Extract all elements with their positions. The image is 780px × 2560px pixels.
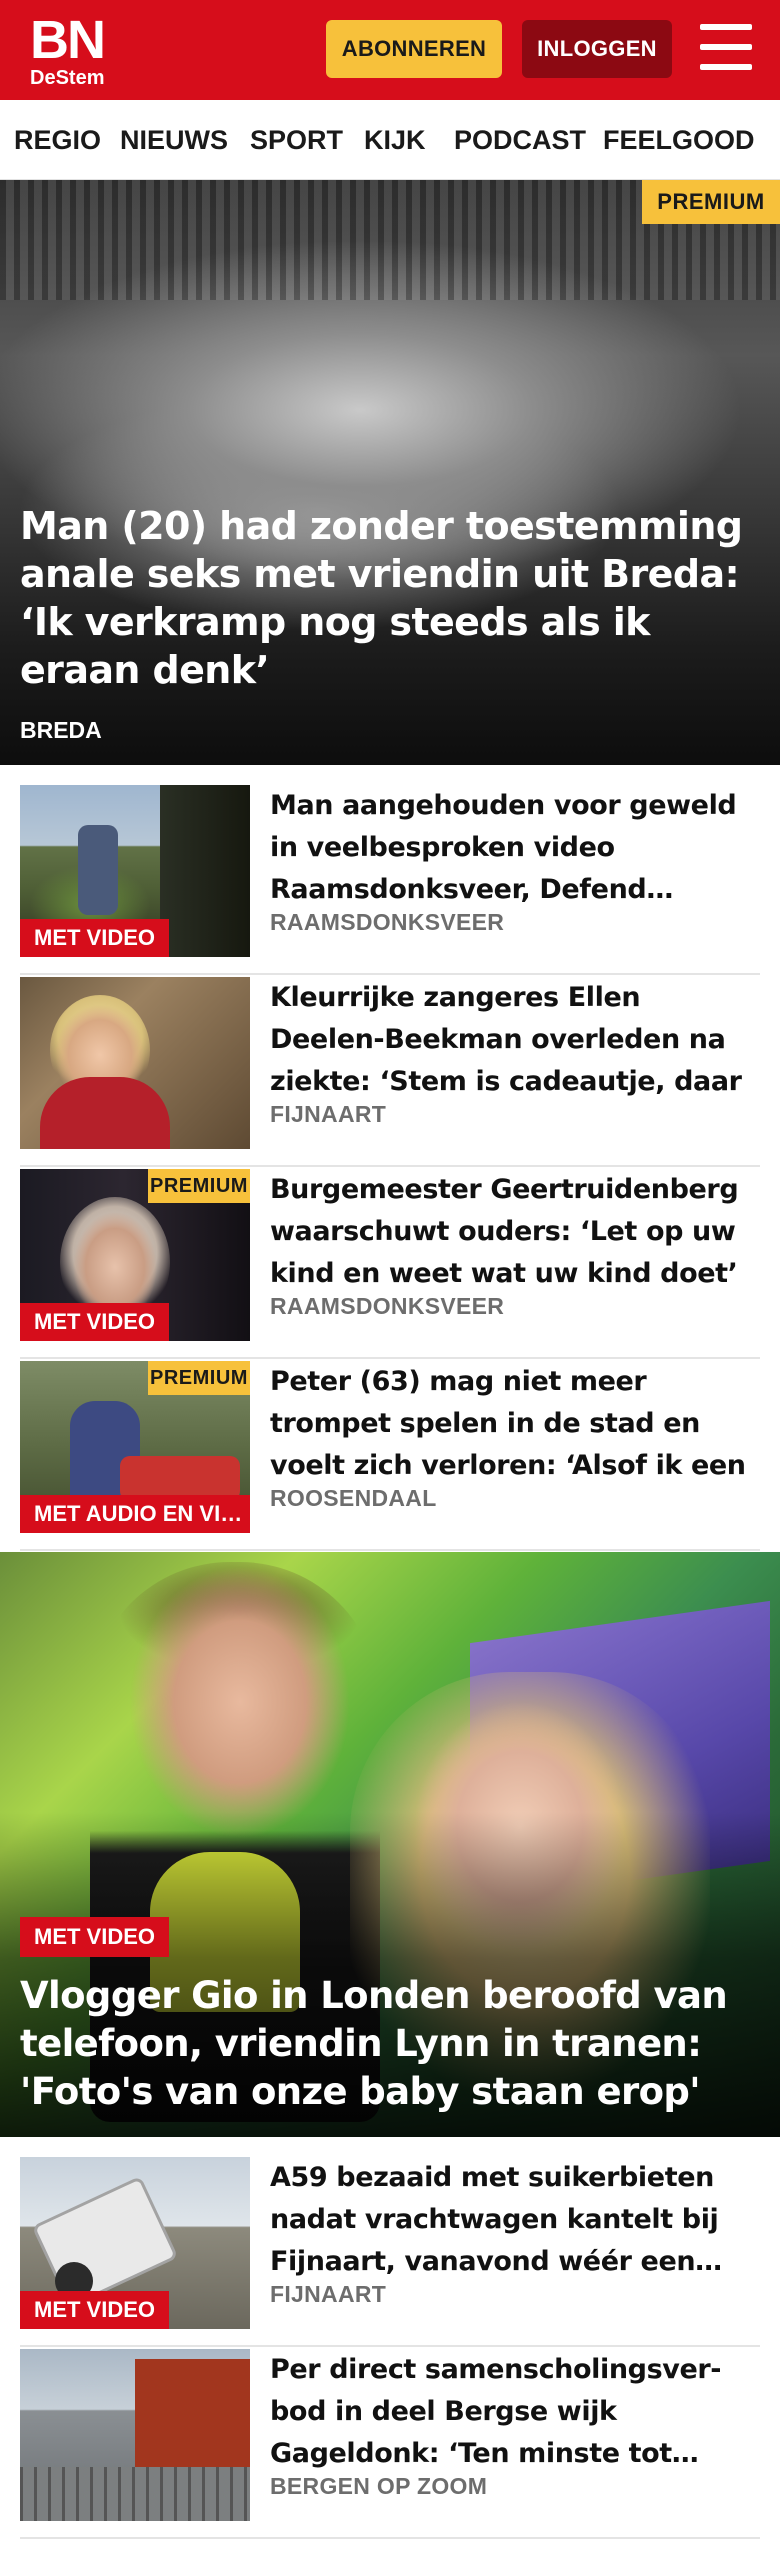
article-thumbnail: PREMIUM MET VIDEO (20, 1169, 250, 1341)
login-button[interactable]: INLOGGEN (522, 20, 672, 78)
article-title[interactable]: Kleurrijke zangeres Ellen Deelen-Beekman… (270, 977, 760, 1107)
video-badge: MET VIDEO (20, 2291, 170, 2329)
article-title[interactable]: Burgemeester Geertruidenberg waarschuwt … (270, 1169, 760, 1299)
video-badge: MET VIDEO (20, 919, 170, 957)
article-location: RAAMSDONKSVEER (270, 909, 505, 935)
featured-article[interactable]: MET VIDEO Vlogger Gio in Londen beroofd … (0, 1552, 780, 2137)
article-item[interactable]: PREMIUM MET AUDIO EN VI… Peter (63) mag … (20, 1361, 760, 1551)
hamburger-menu-icon[interactable] (700, 24, 752, 70)
premium-badge: PREMIUM (642, 180, 780, 224)
video-badge: MET VIDEO (20, 1917, 170, 1957)
article-item[interactable]: PREMIUM MET VIDEO Burgemeester Geertruid… (20, 1169, 760, 1359)
category-nav: REGIO NIEUWS SPORT KIJK PODCAST FEELGOOD (0, 100, 780, 180)
article-title[interactable]: Peter (63) mag niet meer trompet spelen … (270, 1361, 760, 1491)
nav-item-feelgood[interactable]: FEELGOOD (603, 100, 755, 179)
premium-badge: PREMIUM (148, 1169, 250, 1203)
video-badge: MET VIDEO (20, 1303, 170, 1341)
hero-article[interactable]: PREMIUM Man (20) had zonder toestemming … (0, 180, 780, 765)
article-thumbnail (20, 2349, 250, 2521)
hero-location: BREDA (20, 717, 102, 743)
article-location: RAAMSDONKSVEER (270, 1293, 505, 1319)
nav-item-podcast[interactable]: PODCAST (454, 100, 586, 179)
article-thumbnail: PREMIUM MET AUDIO EN VI… (20, 1361, 250, 1533)
article-location: FIJNAART (270, 2281, 387, 2307)
article-location: ROOSENDAAL (270, 1485, 437, 1511)
article-thumbnail (20, 977, 250, 1149)
article-thumbnail: MET VIDEO (20, 2157, 250, 2329)
logo-main: BN (30, 10, 106, 70)
article-title[interactable]: Man aangehouden voor geweld in veelbespr… (270, 785, 760, 915)
article-item[interactable]: MET VIDEO A59 bezaaid met suikerbieten n… (20, 2157, 760, 2347)
subscribe-button[interactable]: ABONNEREN (326, 20, 502, 78)
article-location: BERGEN OP ZOOM (270, 2473, 488, 2499)
featured-title[interactable]: Vlogger Gio in Londen beroofd van telefo… (20, 1972, 760, 2116)
article-title[interactable]: A59 bezaaid met suikerbieten nadat vrach… (270, 2157, 760, 2287)
nav-item-kijk[interactable]: KIJK (364, 100, 426, 179)
nav-item-nieuws[interactable]: NIEUWS (120, 100, 228, 179)
article-location: FIJNAART (270, 1101, 387, 1127)
logo-sub: DeStem (30, 67, 105, 89)
top-header: BN DeStem ABONNEREN INLOGGEN (0, 0, 780, 100)
nav-item-sport[interactable]: SPORT (250, 100, 343, 179)
premium-badge: PREMIUM (148, 1361, 250, 1395)
article-item[interactable]: Kleurrijke zangeres Ellen Deelen-Beekman… (20, 977, 760, 1167)
nav-item-regio[interactable]: REGIO (14, 100, 101, 179)
hero-title[interactable]: Man (20) had zonder toestemming anale se… (20, 502, 760, 694)
article-item[interactable]: Per direct samenscholingsver-bod in deel… (20, 2349, 760, 2539)
article-item[interactable]: MET VIDEO Man aangehouden voor geweld in… (20, 785, 760, 975)
audio-video-badge: MET AUDIO EN VI… (20, 1495, 250, 1533)
bn-destem-logo[interactable]: BN DeStem (30, 10, 112, 89)
article-thumbnail: MET VIDEO (20, 785, 250, 957)
article-title[interactable]: Per direct samenscholingsver-bod in deel… (270, 2349, 760, 2479)
